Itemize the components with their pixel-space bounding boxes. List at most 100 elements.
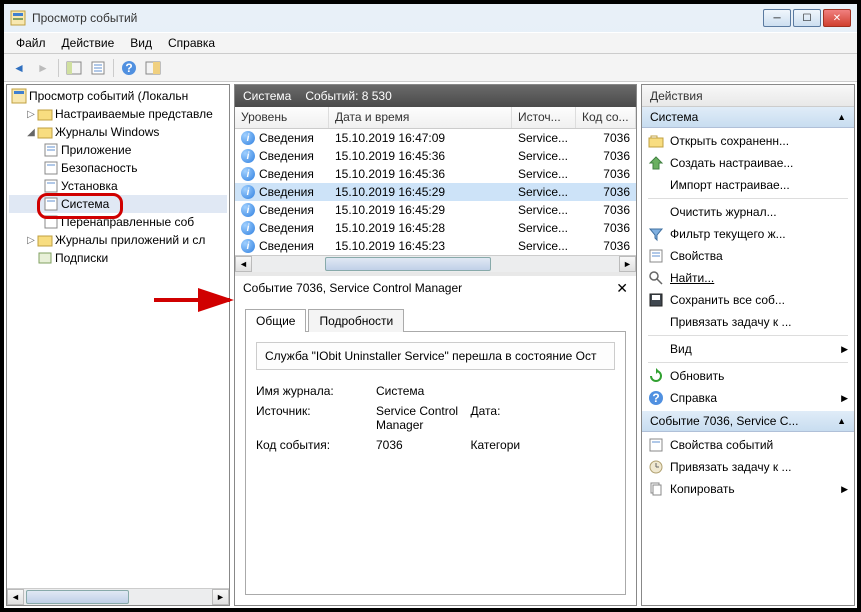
source-value: Service Control Manager	[376, 404, 461, 432]
action-help[interactable]: ?Справка▶	[642, 387, 854, 409]
action-event-properties[interactable]: Свойства событий	[642, 434, 854, 456]
events-rows: iСведения15.10.2019 16:47:09Service...70…	[235, 129, 636, 255]
tree-hscrollbar[interactable]: ◄►	[7, 588, 229, 605]
actions-header: Действия	[642, 85, 854, 107]
tree-system-label: Система	[61, 197, 109, 211]
detail-title: Событие 7036, Service Control Manager	[243, 281, 462, 295]
tree-setup[interactable]: Установка	[9, 177, 227, 195]
detail-body: Служба "IObit Uninstaller Service" переш…	[245, 331, 626, 595]
events-panel: Система Событий: 8 530 Уровень Дата и вр…	[234, 84, 637, 606]
col-level[interactable]: Уровень	[235, 107, 329, 128]
toolbar: ◄ ► ?	[4, 54, 857, 82]
action-attach-task[interactable]: Привязать задачу к ...	[642, 311, 854, 333]
tree-windows-logs[interactable]: ◢ Журналы Windows	[9, 123, 227, 141]
tree-application-label: Приложение	[61, 143, 131, 157]
actions-section-system-label: Система	[650, 110, 698, 124]
back-button[interactable]: ◄	[8, 57, 30, 79]
action-filter[interactable]: Фильтр текущего ж...	[642, 223, 854, 245]
tree-applogs-label: Журналы приложений и сл	[55, 233, 205, 247]
minimize-button[interactable]: ─	[763, 9, 791, 27]
help-button[interactable]: ?	[118, 57, 140, 79]
log-name-label: Имя журнала:	[256, 384, 366, 398]
info-icon: i	[241, 185, 255, 199]
event-row[interactable]: iСведения15.10.2019 16:45:23Service...70…	[235, 237, 636, 255]
forward-button[interactable]: ►	[32, 57, 54, 79]
tree-custom-label: Настраиваемые представле	[55, 107, 213, 121]
action-event-attach-task[interactable]: Привязать задачу к ...	[642, 456, 854, 478]
tree-forwarded-label: Перенаправленные соб	[61, 215, 194, 229]
actions-header-label: Действия	[650, 89, 703, 103]
action-save-all[interactable]: Сохранить все соб...	[642, 289, 854, 311]
tree-winlogs-label: Журналы Windows	[55, 125, 159, 139]
refresh-button[interactable]	[142, 57, 164, 79]
tree-subscriptions[interactable]: ▷ Подписки	[9, 249, 227, 267]
action-clear-log[interactable]: Очистить журнал...	[642, 201, 854, 223]
menu-file[interactable]: Файл	[8, 34, 54, 52]
show-hide-tree-button[interactable]	[63, 57, 85, 79]
event-row[interactable]: iСведения15.10.2019 16:45:36Service...70…	[235, 165, 636, 183]
maximize-button[interactable]: ☐	[793, 9, 821, 27]
tree-security[interactable]: Безопасность	[9, 159, 227, 177]
action-refresh[interactable]: Обновить	[642, 365, 854, 387]
tree-root[interactable]: Просмотр событий (Локальн	[9, 87, 227, 105]
info-icon: i	[241, 149, 255, 163]
event-row[interactable]: iСведения15.10.2019 16:45:36Service...70…	[235, 147, 636, 165]
info-icon: i	[241, 167, 255, 181]
tab-details[interactable]: Подробности	[308, 309, 404, 332]
actions-section-event[interactable]: Событие 7036, Service C... ▲	[642, 411, 854, 432]
menubar: Файл Действие Вид Справка	[4, 32, 857, 54]
collapse-icon: ▲	[837, 416, 846, 426]
actions-panel: Действия Система ▲ Открыть сохраненн... …	[641, 84, 855, 606]
source-label: Источник:	[256, 404, 366, 432]
events-hscrollbar[interactable]: ◄►	[235, 255, 636, 272]
info-icon: i	[241, 203, 255, 217]
action-find[interactable]: Найти...	[642, 267, 854, 289]
tree-root-label: Просмотр событий (Локальн	[29, 89, 188, 103]
menu-help[interactable]: Справка	[160, 34, 223, 52]
tree-custom-views[interactable]: ▷ Настраиваемые представле	[9, 105, 227, 123]
event-message: Служба "IObit Uninstaller Service" переш…	[256, 342, 615, 370]
detail-close-button[interactable]: ✕	[616, 280, 628, 297]
actions-section-event-label: Событие 7036, Service C...	[650, 414, 798, 428]
tree-app-logs[interactable]: ▷ Журналы приложений и сл	[9, 231, 227, 249]
actions-section-system[interactable]: Система ▲	[642, 107, 854, 128]
col-code[interactable]: Код со...	[576, 107, 636, 128]
info-icon: i	[241, 131, 255, 145]
log-name-value: Система	[376, 384, 615, 398]
event-row[interactable]: iСведения15.10.2019 16:45:29Service...70…	[235, 183, 636, 201]
action-open-saved[interactable]: Открыть сохраненн...	[642, 130, 854, 152]
event-row[interactable]: iСведения15.10.2019 16:45:28Service...70…	[235, 219, 636, 237]
properties-button[interactable]	[87, 57, 109, 79]
window-title: Просмотр событий	[32, 11, 763, 25]
eventid-label: Код события:	[256, 438, 366, 452]
action-import[interactable]: Импорт настраивае...	[642, 174, 854, 196]
col-datetime[interactable]: Дата и время	[329, 107, 512, 128]
action-copy[interactable]: Копировать▶	[642, 478, 854, 500]
close-button[interactable]: ✕	[823, 9, 851, 27]
event-row[interactable]: iСведения15.10.2019 16:47:09Service...70…	[235, 129, 636, 147]
col-source[interactable]: Источ...	[512, 107, 576, 128]
tree-security-label: Безопасность	[61, 161, 138, 175]
action-properties[interactable]: Свойства	[642, 245, 854, 267]
svg-text:?: ?	[652, 391, 659, 405]
events-columns: Уровень Дата и время Источ... Код со...	[235, 107, 636, 129]
tab-general[interactable]: Общие	[245, 309, 306, 332]
event-row[interactable]: iСведения15.10.2019 16:45:29Service...70…	[235, 201, 636, 219]
collapse-icon: ▲	[837, 112, 846, 122]
tree-system[interactable]: Система	[9, 195, 227, 213]
action-create-custom[interactable]: Создать настраивае...	[642, 152, 854, 174]
menu-action[interactable]: Действие	[54, 34, 123, 52]
detail-header: Событие 7036, Service Control Manager ✕	[235, 276, 636, 300]
tree-application[interactable]: Приложение	[9, 141, 227, 159]
info-icon: i	[241, 239, 255, 253]
tree-setup-label: Установка	[61, 179, 118, 193]
tree-subs-label: Подписки	[55, 251, 108, 265]
events-header-count: Событий: 8 530	[305, 89, 391, 103]
info-icon: i	[241, 221, 255, 235]
action-view[interactable]: Вид▶	[642, 338, 854, 360]
tree-forwarded[interactable]: Перенаправленные соб	[9, 213, 227, 231]
menu-view[interactable]: Вид	[122, 34, 160, 52]
tree-panel: Просмотр событий (Локальн ▷ Настраиваемы…	[6, 84, 230, 606]
svg-text:?: ?	[125, 61, 132, 75]
eventid-value: 7036	[376, 438, 461, 452]
